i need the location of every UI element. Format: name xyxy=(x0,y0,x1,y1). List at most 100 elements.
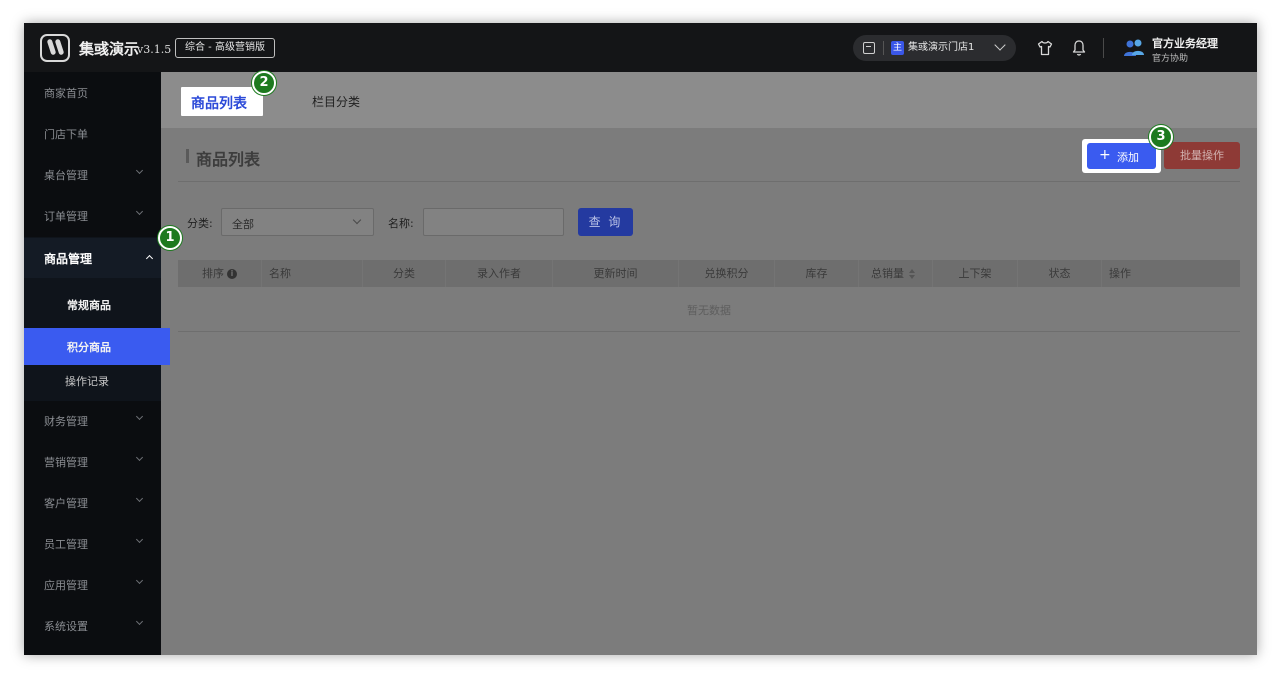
section-title-marker xyxy=(186,149,189,163)
sidebar-item-staff[interactable]: 员工管理 xyxy=(24,523,161,564)
sidebar-item-label: 应用管理 xyxy=(44,579,88,592)
column-header-label: 库存 xyxy=(805,267,828,280)
step-callout-3: 3 xyxy=(1149,125,1173,149)
sidebar-subitem-label: 操作记录 xyxy=(65,375,109,388)
sidebar-item-home[interactable]: 商家首页 xyxy=(24,72,161,113)
column-header-name: 名称 xyxy=(262,260,363,287)
column-header-listing: 上下架 xyxy=(933,260,1018,287)
column-header-points: 兑换积分 xyxy=(679,260,775,287)
add-button[interactable]: + 添加 xyxy=(1087,143,1156,169)
step-callout-1: 1 xyxy=(158,226,182,250)
column-header-author: 录入作者 xyxy=(446,260,553,287)
column-header-actions: 操作 xyxy=(1102,260,1240,287)
sidebar-item-store-order[interactable]: 门店下单 xyxy=(24,113,161,154)
batch-operation-button[interactable]: 批量操作 xyxy=(1164,142,1240,169)
column-header-total-sales[interactable]: 总销量 xyxy=(859,260,933,287)
sidebar-item-marketing[interactable]: 营销管理 xyxy=(24,441,161,482)
step-callout-2: 2 xyxy=(252,71,276,95)
sidebar-item-finance[interactable]: 财务管理 xyxy=(24,400,161,441)
app-name: 集彧演示 xyxy=(79,40,140,58)
chevron-down-icon xyxy=(994,39,1006,51)
sidebar-item-settings[interactable]: 系统设置 xyxy=(24,605,161,646)
category-select-value: 全部 xyxy=(232,218,254,231)
sidebar-subitem-regular-products[interactable]: 常规商品 xyxy=(24,286,170,323)
info-icon[interactable]: i xyxy=(227,269,237,279)
column-header-label: 状态 xyxy=(1048,267,1071,280)
sidebar-item-label: 客户管理 xyxy=(44,497,88,510)
column-header-label: 录入作者 xyxy=(477,267,521,280)
tab-category[interactable]: 栏目分类 xyxy=(312,93,360,110)
chevron-down-icon xyxy=(135,453,144,462)
tab-label: 商品列表 xyxy=(191,96,247,112)
sidebar-item-label: 营销管理 xyxy=(44,456,88,469)
chevron-down-icon xyxy=(135,207,144,216)
sidebar-item-label: 系统设置 xyxy=(44,620,88,633)
chevron-down-icon xyxy=(135,535,144,544)
chevron-down-icon xyxy=(135,412,144,421)
column-header-updated: 更新时间 xyxy=(553,260,679,287)
sidebar-item-label: 商家首页 xyxy=(44,87,88,100)
name-filter-label: 名称: xyxy=(388,217,414,230)
query-button[interactable]: 查 询 xyxy=(578,208,633,236)
chevron-down-icon xyxy=(135,494,144,503)
sidebar-item-orders[interactable]: 订单管理 xyxy=(24,195,161,236)
bell-icon[interactable] xyxy=(1072,39,1086,57)
user-name[interactable]: 官方业务经理 xyxy=(1152,35,1218,51)
column-header-label: 上下架 xyxy=(958,267,992,280)
store-selector[interactable]: 主 集彧演示门店1 xyxy=(853,35,1016,61)
page-title: 商品列表 xyxy=(196,150,261,169)
shirt-icon[interactable] xyxy=(1037,40,1053,56)
sidebar-item-tables[interactable]: 桌台管理 xyxy=(24,154,161,195)
chevron-down-icon xyxy=(135,166,144,175)
column-header-label: 名称 xyxy=(269,267,291,280)
category-select[interactable]: 全部 xyxy=(221,208,374,236)
column-header-stock: 库存 xyxy=(775,260,859,287)
sort-icon[interactable] xyxy=(909,269,915,279)
sidebar-subitem-points-products[interactable]: 积分商品 xyxy=(24,328,170,365)
empty-state-text: 暂无数据 xyxy=(687,304,731,317)
column-header-label: 排序 xyxy=(202,267,224,280)
sidebar-item-products[interactable]: 商品管理 xyxy=(24,238,161,278)
column-header-label: 总销量 xyxy=(871,267,904,280)
sidebar-item-label: 员工管理 xyxy=(44,538,88,551)
user-avatar-icon[interactable] xyxy=(1123,38,1145,58)
table-header: 排序 i 名称 分类 录入作者 更新时间 兑换积分 库存 总销量 上下架 状态 操 xyxy=(178,260,1240,287)
top-bar: 集彧演示 v3.1.5 综合 - 高级营销版 主 集彧演示门店1 官方业务经理 … xyxy=(24,23,1257,72)
name-input[interactable] xyxy=(423,208,564,236)
sidebar-item-label: 财务管理 xyxy=(44,415,88,428)
table-empty-row: 暂无数据 xyxy=(178,287,1240,332)
column-header-status: 状态 xyxy=(1018,260,1102,287)
chevron-down-icon xyxy=(135,617,144,626)
column-header-sort[interactable]: 排序 i xyxy=(178,260,262,287)
tab-bar: 商品列表 栏目分类 xyxy=(161,72,1257,128)
add-button-label: 添加 xyxy=(1117,151,1139,164)
app-version: v3.1.5 xyxy=(137,43,172,56)
sidebar-item-apps[interactable]: 应用管理 xyxy=(24,564,161,605)
sidebar: 商家首页 门店下单 桌台管理 订单管理 商品管理 常规商品 积分商品 操作记录 … xyxy=(24,72,170,655)
sidebar-item-label: 桌台管理 xyxy=(44,169,88,182)
edition-badge: 综合 - 高级营销版 xyxy=(175,38,275,58)
column-header-label: 操作 xyxy=(1109,267,1131,280)
store-name: 集彧演示门店1 xyxy=(908,42,975,53)
sidebar-item-label: 商品管理 xyxy=(44,252,93,266)
tab-product-list[interactable]: 商品列表 xyxy=(181,87,263,116)
column-header-label: 更新时间 xyxy=(593,267,638,280)
sidebar-subitem-operation-log[interactable]: 操作记录 xyxy=(24,362,170,399)
chevron-up-icon xyxy=(145,254,154,263)
logo-icon xyxy=(40,34,70,62)
app-window: 集彧演示 v3.1.5 综合 - 高级营销版 主 集彧演示门店1 官方业务经理 … xyxy=(24,23,1257,655)
sidebar-item-label: 订单管理 xyxy=(44,210,88,223)
chevron-down-icon xyxy=(135,576,144,585)
sidebar-item-customers[interactable]: 客户管理 xyxy=(24,482,161,523)
add-button-highlight: + 添加 xyxy=(1082,139,1161,173)
column-header-category: 分类 xyxy=(363,260,446,287)
plus-icon: + xyxy=(1099,147,1111,163)
chevron-down-icon xyxy=(352,215,362,225)
sidebar-subitem-label: 积分商品 xyxy=(67,341,111,354)
store-main-tag: 主 xyxy=(891,41,904,55)
column-header-label: 兑换积分 xyxy=(704,267,749,280)
sidebar-item-label: 门店下单 xyxy=(44,128,88,141)
sidebar-subitem-label: 常规商品 xyxy=(67,299,111,312)
user-role: 官方协助 xyxy=(1152,54,1189,64)
store-divider xyxy=(883,41,884,55)
